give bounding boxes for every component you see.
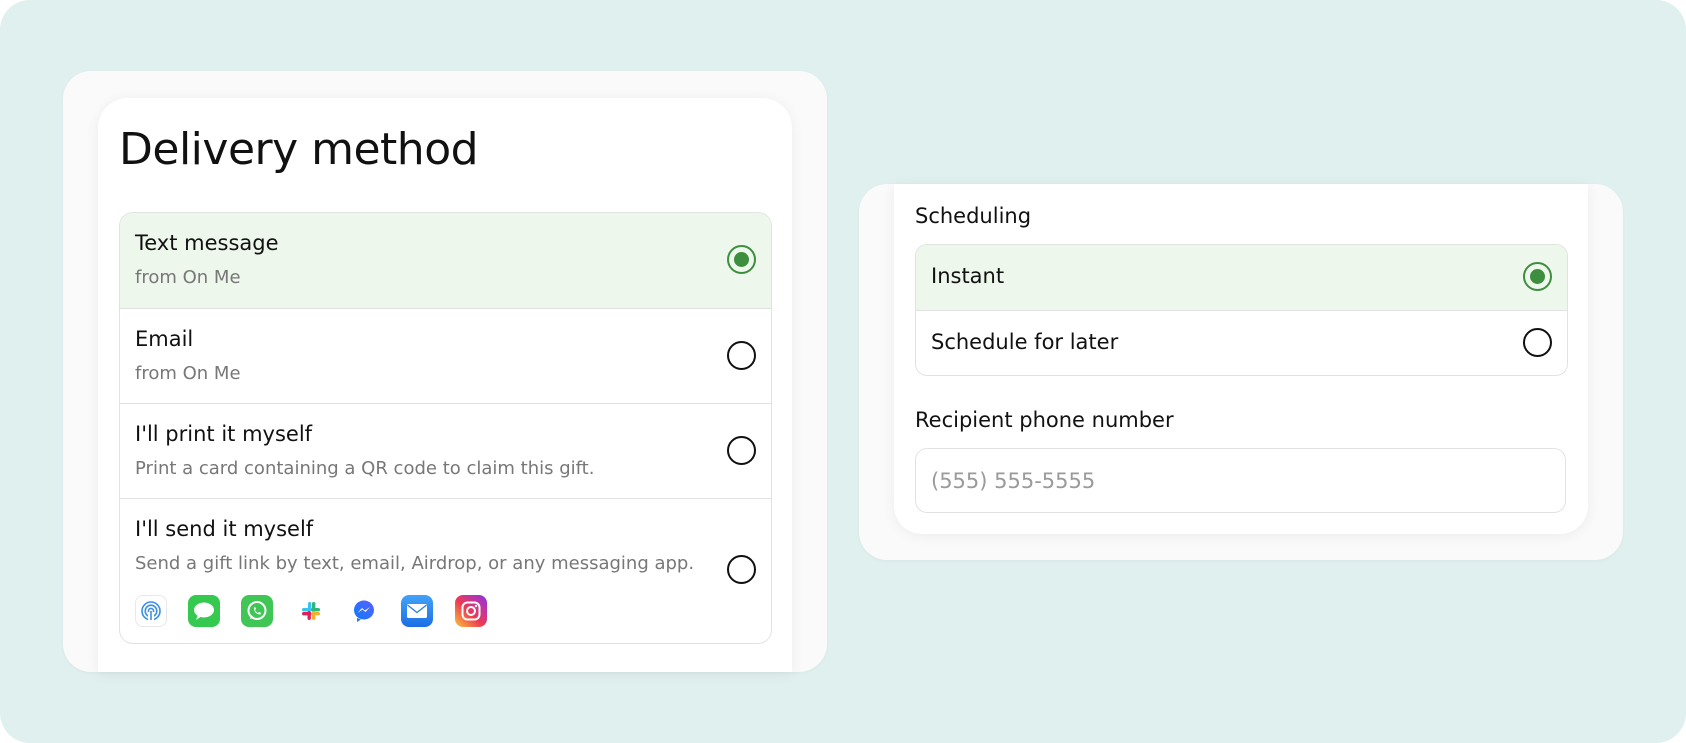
scheduling-option-later[interactable]: Schedule for later	[916, 310, 1567, 375]
delivery-options-list: Text message from On Me Email from On Me…	[119, 212, 772, 644]
option-subtitle: Send a gift link by text, email, Airdrop…	[135, 553, 695, 574]
option-label: Email	[135, 327, 194, 351]
instagram-icon	[455, 595, 487, 627]
radio-button-selected[interactable]	[1523, 262, 1552, 291]
delivery-option-send-myself[interactable]: I'll send it myself Send a gift link by …	[120, 498, 771, 643]
messages-icon	[188, 595, 220, 627]
option-label: I'll send it myself	[135, 517, 314, 541]
option-subtitle: from On Me	[135, 363, 241, 384]
canvas-background: Delivery method Text message from On Me …	[0, 0, 1686, 743]
option-label: Schedule for later	[931, 330, 1119, 354]
delivery-option-email[interactable]: Email from On Me	[120, 308, 771, 403]
airdrop-icon	[135, 595, 167, 627]
option-label: Text message	[135, 231, 279, 255]
mail-icon	[401, 595, 433, 627]
delivery-method-card: Delivery method Text message from On Me …	[98, 98, 792, 672]
delivery-option-print[interactable]: I'll print it myself Print a card contai…	[120, 403, 771, 498]
recipient-phone-input[interactable]	[915, 448, 1566, 513]
page-title: Delivery method	[119, 124, 479, 175]
option-label: I'll print it myself	[135, 422, 313, 446]
radio-button[interactable]	[727, 341, 756, 370]
scheduling-label: Scheduling	[915, 204, 1032, 228]
recipient-phone-label: Recipient phone number	[915, 408, 1174, 432]
radio-button[interactable]	[727, 555, 756, 584]
radio-button[interactable]	[727, 436, 756, 465]
option-label: Instant	[931, 264, 1005, 288]
scheduling-options-list: Instant Schedule for later	[915, 244, 1568, 376]
scheduling-option-instant[interactable]: Instant	[916, 245, 1567, 310]
option-subtitle: Print a card containing a QR code to cla…	[135, 458, 595, 479]
slack-icon	[295, 595, 327, 627]
radio-button-selected[interactable]	[727, 245, 756, 274]
scheduling-card: Scheduling Instant Schedule for later Re…	[894, 184, 1588, 534]
messenger-icon	[348, 595, 380, 627]
option-subtitle: from On Me	[135, 267, 241, 288]
radio-button[interactable]	[1523, 328, 1552, 357]
delivery-option-text-message[interactable]: Text message from On Me	[120, 213, 771, 308]
whatsapp-icon	[241, 595, 273, 627]
